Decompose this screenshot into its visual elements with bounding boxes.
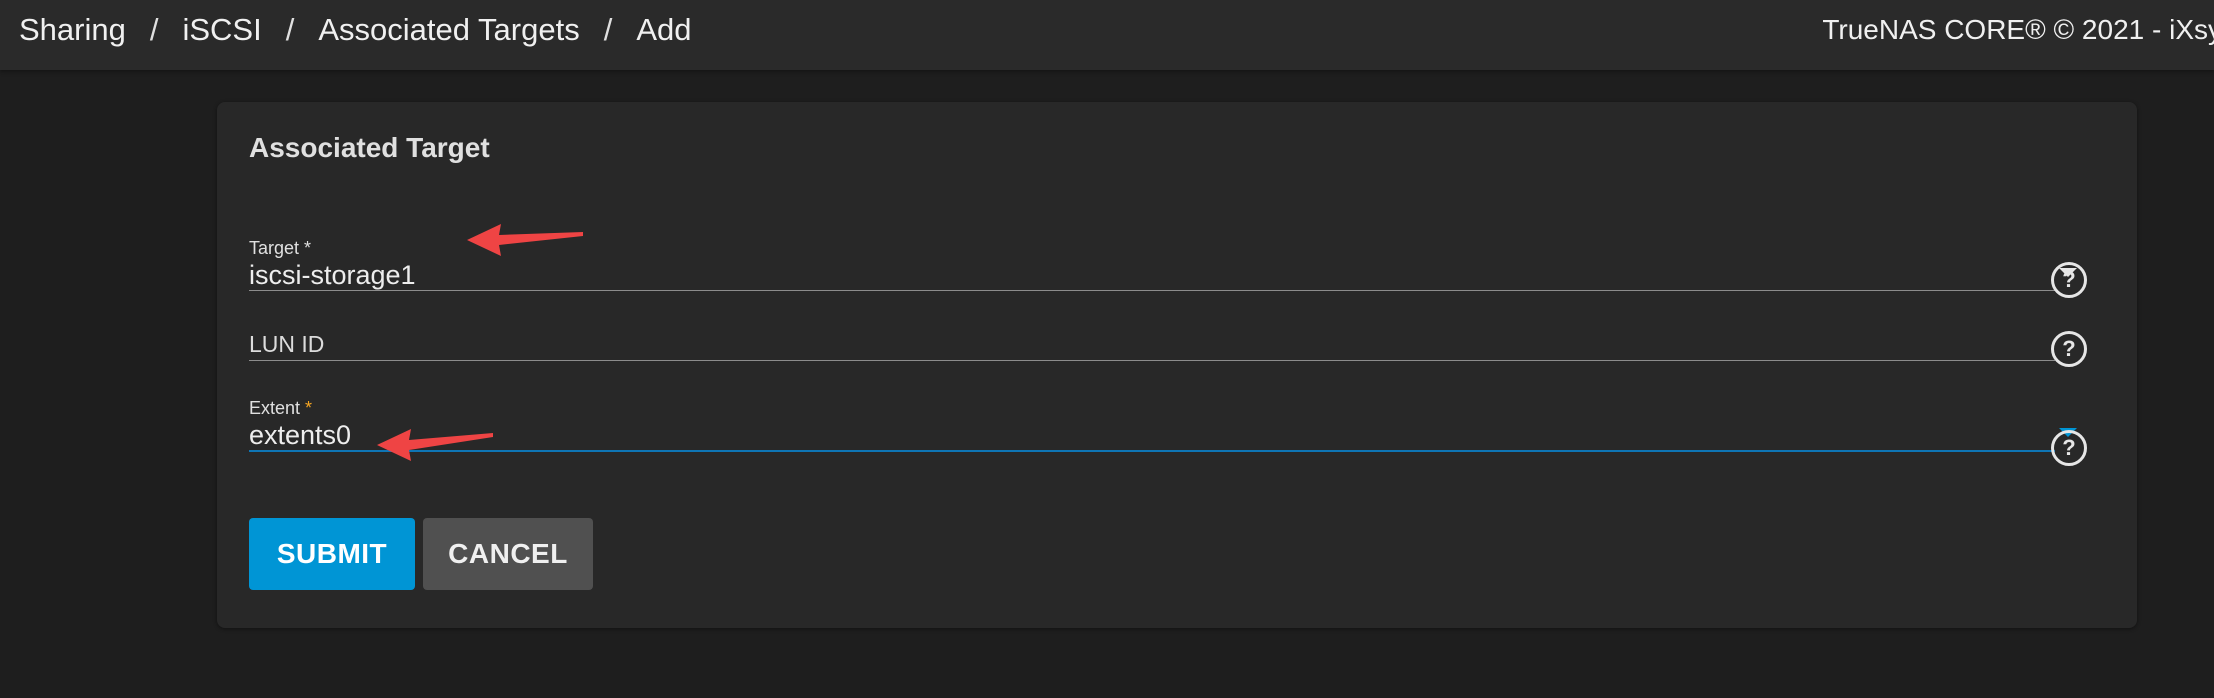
lun-id-input[interactable]: LUN ID [249, 328, 2055, 368]
target-help-icon[interactable]: ? [2051, 262, 2087, 298]
extent-help-icon[interactable]: ? [2051, 430, 2087, 466]
extent-underline [249, 450, 2055, 452]
annotation-arrow-icon [467, 224, 583, 256]
breadcrumb-iscsi[interactable]: iSCSI [182, 12, 261, 48]
extent-value: extents0 [249, 420, 352, 450]
lun-id-placeholder: LUN ID [249, 331, 325, 357]
breadcrumb-separator: / [285, 12, 295, 47]
extent-label: Extent * [249, 398, 313, 418]
breadcrumb: Sharing / iSCSI / Associated Targets / A… [19, 0, 692, 60]
associated-target-form: Associated Target Target * iscsi-storage… [217, 102, 2137, 628]
extent-select[interactable]: Extent * extents0 [249, 398, 2077, 478]
breadcrumb-sharing[interactable]: Sharing [19, 12, 126, 48]
required-mark: * [304, 238, 312, 258]
breadcrumb-separator: / [603, 12, 613, 47]
submit-button[interactable]: SUBMIT [249, 518, 415, 590]
target-underline [249, 290, 2055, 291]
lun-id-help-icon[interactable]: ? [2051, 331, 2087, 367]
required-mark: * [305, 398, 313, 418]
form-title: Associated Target [249, 132, 490, 163]
breadcrumb-associated-targets[interactable]: Associated Targets [318, 12, 579, 48]
breadcrumb-separator: / [149, 12, 159, 47]
lun-id-underline [249, 360, 2055, 361]
annotation-arrow-icon [377, 429, 493, 461]
copyright-text: TrueNAS CORE® © 2021 - iXsy [1822, 14, 2214, 45]
top-bar: Sharing / iSCSI / Associated Targets / A… [0, 0, 2214, 70]
target-value: iscsi-storage1 [249, 260, 416, 290]
target-label: Target * [249, 238, 312, 258]
cancel-button[interactable]: CANCEL [423, 518, 593, 590]
breadcrumb-add: Add [636, 12, 692, 47]
